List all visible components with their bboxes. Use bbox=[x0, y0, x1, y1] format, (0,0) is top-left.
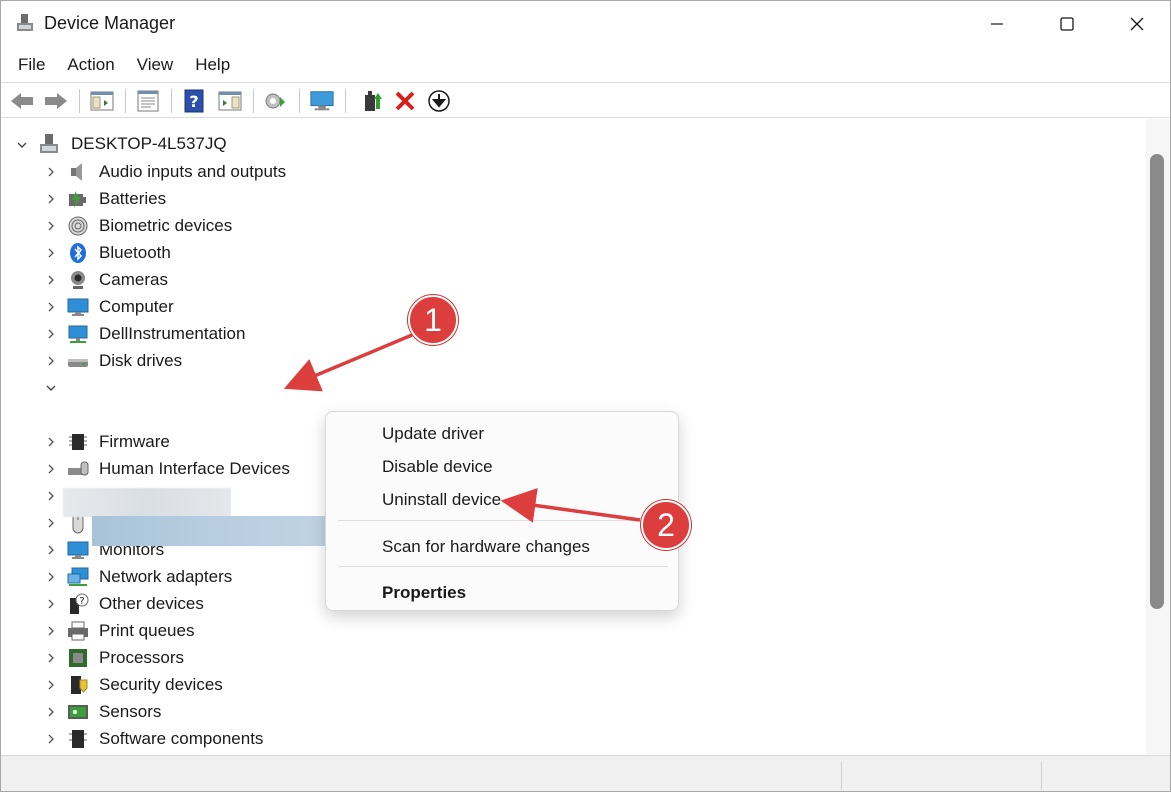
chevron-right-icon[interactable] bbox=[44, 489, 58, 503]
chevron-right-icon[interactable] bbox=[44, 273, 58, 287]
camera-icon bbox=[67, 269, 89, 291]
chevron-right-icon[interactable] bbox=[44, 732, 58, 746]
uninstall-device-item[interactable]: Uninstall device bbox=[382, 490, 501, 510]
tree-category-label[interactable]: Human Interface Devices bbox=[99, 459, 290, 479]
enable-device-icon[interactable] bbox=[359, 88, 385, 114]
chevron-right-icon[interactable] bbox=[44, 678, 58, 692]
back-arrow-icon[interactable] bbox=[9, 88, 35, 114]
chevron-right-icon[interactable] bbox=[44, 246, 58, 260]
help-icon[interactable]: ? bbox=[181, 88, 207, 114]
menu-view[interactable]: View bbox=[126, 49, 185, 81]
computer-root-icon bbox=[38, 133, 60, 155]
tree-category-label[interactable]: Sensors bbox=[99, 702, 161, 722]
hid-icon bbox=[67, 458, 89, 480]
tree-category-label[interactable]: Audio inputs and outputs bbox=[99, 162, 286, 182]
processor-icon bbox=[67, 647, 89, 669]
tree-category-label[interactable]: Biometric devices bbox=[99, 216, 232, 236]
menu-help[interactable]: Help bbox=[184, 49, 241, 81]
chevron-right-icon[interactable] bbox=[44, 570, 58, 584]
chevron-down-icon[interactable] bbox=[44, 381, 58, 395]
bluetooth-icon bbox=[67, 242, 89, 264]
chevron-right-icon[interactable] bbox=[44, 435, 58, 449]
device-manager-window: Device Manager File Action View Help ? D… bbox=[0, 0, 1171, 792]
tree-category-label[interactable]: Processors bbox=[99, 648, 184, 668]
tree-category-label[interactable]: Disk drives bbox=[99, 351, 182, 371]
menu-action[interactable]: Action bbox=[56, 49, 125, 81]
chevron-right-icon[interactable] bbox=[44, 165, 58, 179]
network-monitor-icon bbox=[67, 323, 89, 345]
tree-category-label[interactable]: Batteries bbox=[99, 189, 166, 209]
firmware-chip-icon bbox=[67, 431, 89, 453]
scrollbar-thumb[interactable] bbox=[1150, 154, 1164, 609]
battery-icon bbox=[67, 188, 89, 210]
status-cell bbox=[841, 762, 1041, 790]
tree-category-label[interactable]: Software components bbox=[99, 729, 263, 749]
other-devices-icon: ? bbox=[67, 593, 89, 615]
network-adapter-icon bbox=[67, 566, 89, 588]
maximize-button[interactable] bbox=[1032, 1, 1102, 47]
status-bar bbox=[1, 755, 1170, 791]
tree-category-label[interactable]: Computer bbox=[99, 297, 174, 317]
chevron-right-icon[interactable] bbox=[44, 543, 58, 557]
chevron-right-icon[interactable] bbox=[44, 651, 58, 665]
chevron-right-icon[interactable] bbox=[44, 624, 58, 638]
scan-hardware-icon[interactable] bbox=[263, 88, 289, 114]
menu-file[interactable]: File bbox=[7, 49, 56, 81]
chevron-right-icon[interactable] bbox=[44, 705, 58, 719]
tree-category-label[interactable]: Network adapters bbox=[99, 567, 232, 587]
tree-category-label[interactable]: Cameras bbox=[99, 270, 168, 290]
monitor-icon bbox=[67, 539, 89, 561]
tree-category-label[interactable]: Other devices bbox=[99, 594, 204, 614]
monitor-icon[interactable] bbox=[309, 88, 335, 114]
printer-icon bbox=[67, 620, 89, 642]
toolbar: ? bbox=[1, 82, 1170, 118]
annotation-badge-2: 2 bbox=[641, 500, 691, 550]
audio-icon bbox=[67, 161, 89, 183]
chevron-right-icon[interactable] bbox=[44, 597, 58, 611]
device-manager-icon bbox=[15, 13, 35, 33]
uninstall-x-icon[interactable] bbox=[392, 88, 418, 114]
blurred-category-label bbox=[63, 488, 231, 517]
security-device-icon bbox=[67, 674, 89, 696]
update-driver-icon[interactable] bbox=[426, 88, 452, 114]
chevron-right-icon[interactable] bbox=[44, 327, 58, 341]
tree-category-label[interactable]: Bluetooth bbox=[99, 243, 171, 263]
properties-icon[interactable] bbox=[135, 88, 161, 114]
fingerprint-icon bbox=[67, 215, 89, 237]
chevron-right-icon[interactable] bbox=[44, 192, 58, 206]
tree-root-label[interactable]: DESKTOP-4L537JQ bbox=[71, 134, 227, 154]
svg-text:?: ? bbox=[79, 596, 84, 607]
chevron-right-icon[interactable] bbox=[44, 219, 58, 233]
close-button[interactable] bbox=[1102, 1, 1170, 47]
computer-icon bbox=[67, 296, 89, 318]
disable-device-item[interactable]: Disable device bbox=[382, 457, 493, 477]
chevron-right-icon[interactable] bbox=[44, 300, 58, 314]
forward-arrow-icon[interactable] bbox=[43, 88, 69, 114]
properties-item[interactable]: Properties bbox=[382, 583, 466, 603]
chevron-right-icon[interactable] bbox=[44, 516, 58, 530]
chevron-right-icon[interactable] bbox=[44, 354, 58, 368]
chevron-down-icon[interactable] bbox=[15, 138, 29, 152]
tree-category-label[interactable]: Firmware bbox=[99, 432, 170, 452]
minimize-button[interactable] bbox=[962, 1, 1032, 47]
software-component-icon bbox=[67, 728, 89, 750]
show-hide-console-tree-icon[interactable] bbox=[89, 88, 115, 114]
chevron-right-icon[interactable] bbox=[44, 462, 58, 476]
tree-category-label[interactable]: Print queues bbox=[99, 621, 194, 641]
tree-category-label[interactable]: Security devices bbox=[99, 675, 223, 695]
context-menu: Update driver Disable device Uninstall d… bbox=[325, 411, 679, 611]
tree-category-label[interactable]: DellInstrumentation bbox=[99, 324, 245, 344]
title-bar: Device Manager bbox=[1, 1, 1170, 47]
annotation-badge-1: 1 bbox=[408, 295, 458, 345]
window-title: Device Manager bbox=[44, 13, 176, 33]
menu-bar: File Action View Help bbox=[1, 49, 1170, 81]
disk-drive-icon bbox=[67, 350, 89, 372]
blurred-device-label[interactable] bbox=[92, 516, 329, 546]
svg-text:?: ? bbox=[189, 92, 198, 111]
update-driver-item[interactable]: Update driver bbox=[382, 424, 484, 444]
scan-hardware-changes-item[interactable]: Scan for hardware changes bbox=[382, 537, 590, 557]
action-pane-icon[interactable] bbox=[217, 88, 243, 114]
status-cell bbox=[1041, 762, 1170, 790]
sensor-icon bbox=[67, 701, 89, 723]
